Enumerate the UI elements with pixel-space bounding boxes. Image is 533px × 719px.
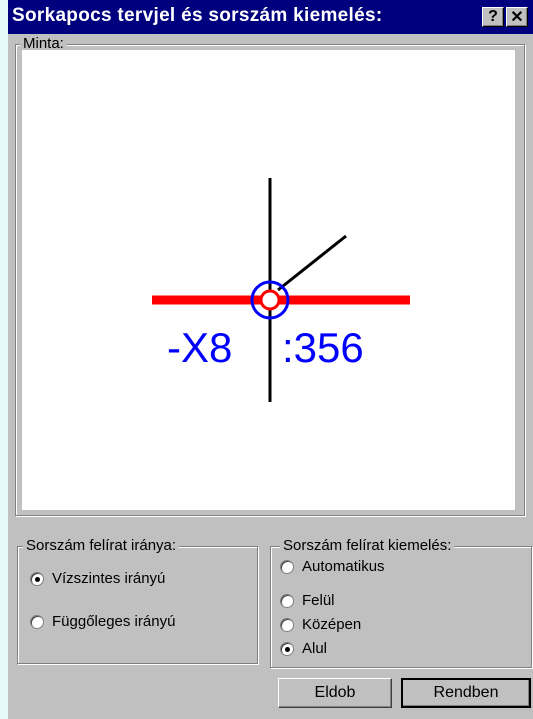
- highlight-option-label: Alul: [302, 640, 328, 657]
- designator-text: -X8: [167, 324, 232, 371]
- help-icon: ?: [488, 8, 498, 25]
- preview-canvas: -X8 :356: [22, 50, 515, 510]
- terminal-number-text: :356: [282, 324, 364, 371]
- highlight-option-label: Automatikus: [302, 558, 385, 575]
- cancel-button[interactable]: Eldob: [278, 678, 392, 708]
- highlight-option-top[interactable]: Felül: [280, 592, 335, 609]
- highlight-option-label: Középen: [302, 616, 362, 633]
- highlight-option-bottom[interactable]: Alul: [280, 640, 327, 657]
- direction-option-horizontal[interactable]: Vízszintes irányú: [30, 570, 165, 587]
- radio-checked-icon[interactable]: [280, 641, 294, 656]
- radio-unchecked-icon[interactable]: [280, 559, 294, 574]
- highlight-group-label: Sorszám felírat kiemelés:: [280, 538, 455, 554]
- radio-unchecked-icon[interactable]: [280, 593, 294, 608]
- highlight-option-automatic[interactable]: Automatikus: [280, 558, 385, 575]
- help-button[interactable]: ?: [482, 7, 504, 27]
- direction-option-label: Vízszintes irányú: [52, 570, 166, 587]
- terminal-highlight-dialog: Sorkapocs tervjel és sorszám kiemelés: ?…: [8, 0, 533, 719]
- close-icon: ✕: [510, 9, 524, 26]
- radio-unchecked-icon[interactable]: [30, 614, 44, 629]
- direction-group: [17, 546, 258, 664]
- window-title: Sorkapocs tervjel és sorszám kiemelés:: [12, 5, 383, 26]
- terminal-point: [259, 289, 281, 311]
- ok-button[interactable]: Rendben: [401, 678, 531, 708]
- highlight-option-middle[interactable]: Középen: [280, 616, 361, 633]
- radio-unchecked-icon[interactable]: [280, 617, 294, 632]
- radio-checked-icon[interactable]: [30, 571, 44, 586]
- direction-option-vertical[interactable]: Függőleges irányú: [30, 613, 175, 630]
- direction-group-label: Sorszám felírat iránya:: [23, 538, 180, 554]
- direction-option-label: Függőleges irányú: [52, 613, 176, 630]
- highlight-option-label: Felül: [302, 592, 335, 609]
- close-button[interactable]: ✕: [506, 7, 528, 27]
- diagonal-wire: [277, 234, 347, 292]
- terminal-symbol-preview: -X8 :356: [152, 178, 410, 402]
- title-bar: Sorkapocs tervjel és sorszám kiemelés: ?…: [8, 0, 533, 34]
- background-strip: [0, 0, 8, 719]
